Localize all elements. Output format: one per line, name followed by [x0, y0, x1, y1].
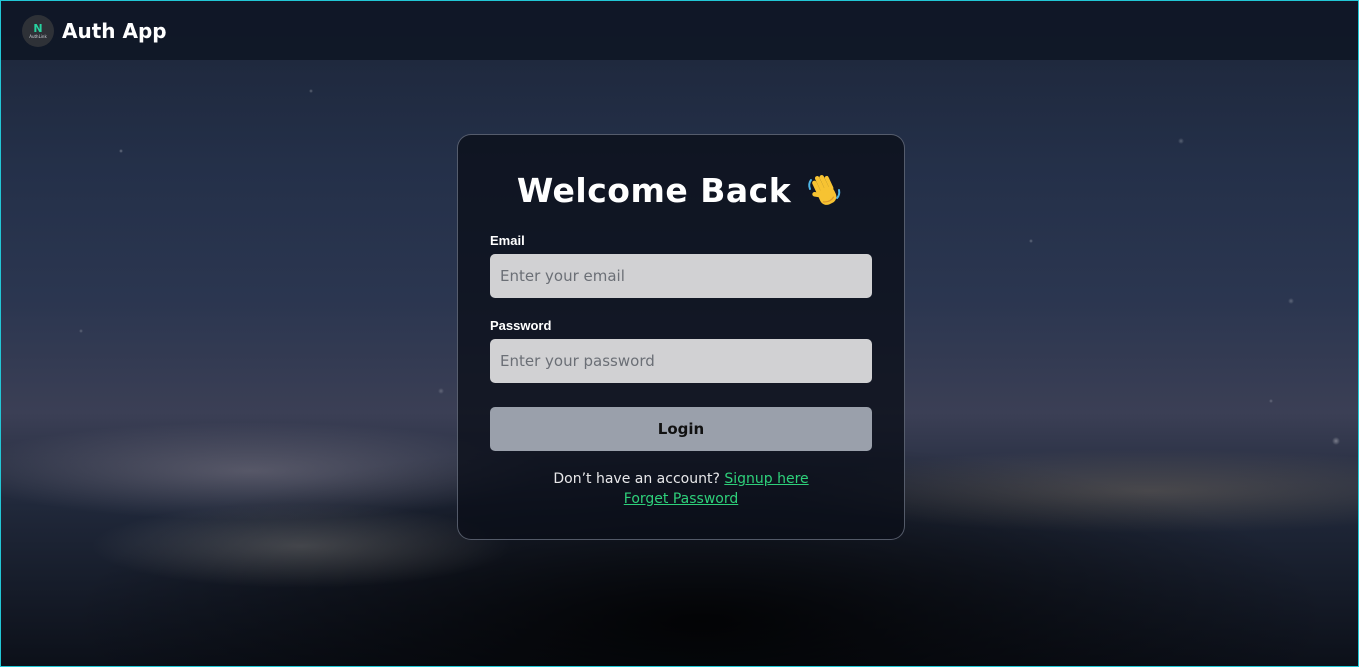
password-field-group: Password: [490, 318, 872, 383]
welcome-title: Welcome Back: [516, 170, 792, 210]
signup-prompt: Don’t have an account?: [553, 471, 720, 487]
password-input[interactable]: [490, 339, 872, 383]
password-label: Password: [490, 318, 552, 333]
forgot-row: Forget Password: [490, 489, 872, 509]
navbar: N AuthLink Auth App: [1, 1, 1358, 60]
login-card: Welcome Back Email Enter your email Pass…: [457, 134, 905, 540]
app-logo-icon[interactable]: N AuthLink: [22, 14, 54, 47]
app-frame: N AuthLink Auth App Welcome Back Email E…: [0, 0, 1359, 667]
app-brand-title[interactable]: Auth App: [62, 19, 167, 43]
signup-row: Don’t have an account? Signup here: [490, 469, 872, 489]
email-field-group: Email: [490, 233, 872, 298]
email-label: Email: [490, 233, 525, 248]
logo-caption: AuthLink: [29, 33, 47, 39]
forgot-password-link[interactable]: Forget Password: [624, 491, 738, 507]
login-button[interactable]: Login: [490, 407, 872, 451]
account-links: Don’t have an account? Signup here Forge…: [490, 469, 872, 509]
welcome-heading: Welcome Back: [490, 167, 872, 213]
email-input[interactable]: [490, 254, 872, 298]
waving-hand-icon: [805, 170, 845, 210]
logo-mark: N: [33, 21, 43, 35]
signup-link[interactable]: Signup here: [724, 471, 808, 487]
